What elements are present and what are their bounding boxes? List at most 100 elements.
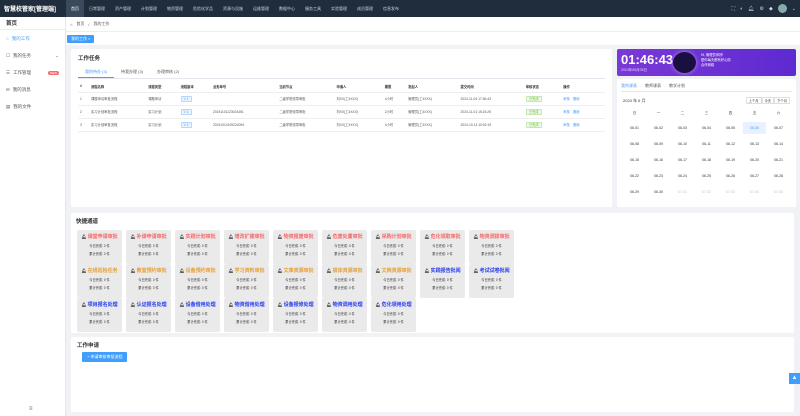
- nav-item[interactable]: 危险化学品: [188, 0, 218, 17]
- calendar-day[interactable]: 06-25: [695, 170, 718, 182]
- calendar-day[interactable]: 06-30: [647, 186, 670, 198]
- quick-card[interactable]: 🔔︎ 危化领取审批 今日完成: 0 件累计完成: 0 件: [420, 230, 465, 264]
- nav-item[interactable]: 日常管理: [84, 0, 110, 17]
- calendar-day[interactable]: 06-21: [767, 154, 790, 166]
- quick-card[interactable]: 🔔︎ 危废处置审批 今日完成: 0 件累计完成: 0 件: [322, 230, 367, 264]
- quick-card[interactable]: 🔔︎ 补课申请审批 今日完成: 0 件累计完成: 0 件: [126, 230, 171, 264]
- quick-card[interactable]: 🔔︎ 物资调用处理 今日完成: 0 件累计完成: 0 件: [322, 298, 367, 332]
- quick-card[interactable]: 🔔︎ 采购计划审批 今日完成: 0 件累计完成: 0 件: [371, 230, 416, 264]
- bell-icon[interactable]: 🔔︎: [748, 6, 754, 12]
- nav-item[interactable]: 实验管理: [326, 0, 352, 17]
- settings-icon[interactable]: ⚙: [759, 6, 763, 12]
- calendar-day[interactable]: 06-05: [719, 122, 742, 134]
- nav-item[interactable]: 运维管理: [248, 0, 274, 17]
- calendar-day[interactable]: 06-28: [767, 170, 790, 182]
- tab-my-work[interactable]: 我的工作 ×: [67, 34, 95, 43]
- calendar-day[interactable]: 07-01: [671, 186, 694, 198]
- prev-month-button[interactable]: 上个月: [745, 97, 762, 104]
- calendar-day[interactable]: 06-10: [671, 138, 694, 150]
- calendar-day[interactable]: 06-07: [767, 122, 790, 134]
- quick-card[interactable]: 🔔︎ 设备报修处理 今日完成: 0 件累计完成: 0 件: [273, 298, 318, 332]
- quick-card[interactable]: 🔔︎ 实践计划审批 今日完成: 0 件累计完成: 0 件: [175, 230, 220, 264]
- tab-my-schedule[interactable]: 我的课表: [621, 83, 637, 91]
- review-link[interactable]: 审核: [563, 97, 570, 101]
- review-link[interactable]: 审核: [563, 110, 570, 114]
- collapse-icon[interactable]: ≡: [29, 406, 33, 412]
- sidebar-item-my-messages[interactable]: ✉ 我的消息: [0, 81, 65, 98]
- tab-my-todo[interactable]: 我的待办 (3): [78, 69, 114, 78]
- avatar[interactable]: [777, 4, 787, 13]
- user-menu-icon[interactable]: ⌄: [792, 6, 796, 12]
- calendar-day[interactable]: 06-24: [671, 170, 694, 182]
- sidebar-item-my-work[interactable]: ⌂ 我的工作: [0, 30, 65, 47]
- nav-item[interactable]: 首页: [66, 0, 84, 17]
- sidebar-item-my-tasks[interactable]: ☐ 我的任务 ⌄: [0, 47, 65, 64]
- calendar-day[interactable]: 06-13: [743, 138, 766, 150]
- quick-card[interactable]: 🔔︎ 项目报名处理 今日完成: 0 件累计完成: 0 件: [77, 298, 122, 332]
- calendar-day[interactable]: 06-16: [647, 154, 670, 166]
- calendar-day[interactable]: 06-03: [671, 122, 694, 134]
- tab-teaching-plan[interactable]: 教学计划: [669, 83, 685, 91]
- sidebar-item-work-manage[interactable]: ☰ 工作管理 NEW: [0, 64, 65, 81]
- revoke-link[interactable]: 撤销: [573, 110, 580, 114]
- nav-item[interactable]: 物资管理: [162, 0, 188, 17]
- quick-card[interactable]: 🔔︎ 认证报名处理 今日完成: 0 件累计完成: 0 件: [126, 298, 171, 332]
- quick-card[interactable]: 🔔︎ 课堂申请审批 今日完成: 0 件累计完成: 0 件: [77, 230, 122, 264]
- apply-button[interactable]: + 申请审核审批流程: [82, 352, 128, 362]
- calendar-day[interactable]: 07-03: [719, 186, 742, 198]
- calendar-day[interactable]: 06-19: [719, 154, 742, 166]
- quick-card[interactable]: 🔔︎ 考试试卷批阅 今日完成: 0 件累计完成: 0 件: [469, 264, 514, 298]
- nav-item[interactable]: 信息发布: [378, 0, 404, 17]
- calendar-day[interactable]: 06-27: [743, 170, 766, 182]
- fullscreen-icon[interactable]: ⛶: [732, 6, 736, 12]
- quick-card[interactable]: 🔔︎ 危化领用处理 今日完成: 0 件累计完成: 0 件: [371, 298, 416, 332]
- theme-icon[interactable]: ◐: [740, 6, 743, 12]
- revoke-link[interactable]: 撤销: [573, 123, 580, 127]
- calendar-day[interactable]: 07-04: [743, 186, 766, 198]
- calendar-day[interactable]: 06-15: [623, 154, 646, 166]
- calendar-day[interactable]: 06-22: [623, 170, 646, 182]
- calendar-day[interactable]: 06-06: [743, 122, 766, 134]
- quick-card[interactable]: 🔔︎ 学习资料审批 今日完成: 0 件累计完成: 0 件: [224, 264, 269, 298]
- calendar-day[interactable]: 06-18: [695, 154, 718, 166]
- calendar-day[interactable]: 06-20: [743, 154, 766, 166]
- tab-reviewed[interactable]: 办理审核 (2): [150, 69, 186, 78]
- nav-item[interactable]: 服务工具: [300, 0, 326, 17]
- sidebar-item-my-files[interactable]: ▤ 我的文件: [0, 98, 65, 115]
- quick-card[interactable]: 🔔︎ 物资报废审批 今日完成: 0 件累计完成: 0 件: [273, 230, 318, 264]
- quick-card[interactable]: 🔔︎ 教室预约审批 今日完成: 0 件累计完成: 0 件: [126, 264, 171, 298]
- today-button[interactable]: 今天: [761, 97, 775, 104]
- calendar-day[interactable]: 06-02: [647, 122, 670, 134]
- calendar-day[interactable]: 06-29: [623, 186, 646, 198]
- calendar-day[interactable]: 06-04: [695, 122, 718, 134]
- lock-icon[interactable]: ◆: [769, 6, 773, 12]
- quick-card[interactable]: 🔔︎ 文档资源审批 今日完成: 0 件累计完成: 0 件: [371, 264, 416, 298]
- next-month-button[interactable]: 下个月: [774, 97, 790, 104]
- calendar-day[interactable]: 06-12: [719, 138, 742, 150]
- calendar-day[interactable]: 06-09: [647, 138, 670, 150]
- quick-card[interactable]: 🔔︎ 实践报告批阅 今日完成: 0 件累计完成: 0 件: [420, 264, 465, 298]
- calendar-day[interactable]: 07-02: [695, 186, 718, 198]
- help-float-icon[interactable]: ▲: [789, 373, 800, 384]
- tab-pending[interactable]: 待我办理 (3): [114, 69, 150, 78]
- calendar-day[interactable]: 06-01: [623, 122, 646, 134]
- quick-card[interactable]: 🔔︎ 物资借用处理 今日完成: 0 件累计完成: 0 件: [224, 298, 269, 332]
- quick-card[interactable]: 🔔︎ 在线巡检任务 今日完成: 0 件累计完成: 0 件: [77, 264, 122, 298]
- nav-item[interactable]: 成员管理: [352, 0, 378, 17]
- calendar-day[interactable]: 06-11: [695, 138, 718, 150]
- calendar-day[interactable]: 06-26: [719, 170, 742, 182]
- calendar-day[interactable]: 06-23: [647, 170, 670, 182]
- review-link[interactable]: 审核: [563, 123, 570, 127]
- quick-card[interactable]: 🔔︎ 物资调拨审批 今日完成: 0 件累计完成: 0 件: [469, 230, 514, 264]
- nav-item[interactable]: 资源与设施: [218, 0, 248, 17]
- tab-teacher-schedule[interactable]: 教师课表: [645, 83, 661, 91]
- quick-card[interactable]: 🔔︎ 媒体资源审批 今日完成: 0 件累计完成: 0 件: [322, 264, 367, 298]
- calendar-day[interactable]: 06-17: [671, 154, 694, 166]
- nav-item[interactable]: 计划管理: [136, 0, 162, 17]
- revoke-link[interactable]: 撤销: [573, 97, 580, 101]
- quick-card[interactable]: 🔔︎ 文章资源审批 今日完成: 0 件累计完成: 0 件: [273, 264, 318, 298]
- quick-card[interactable]: 🔔︎ 设备预约审批 今日完成: 0 件累计完成: 0 件: [175, 264, 220, 298]
- quick-card[interactable]: 🔔︎ 增改扩建审批 今日完成: 0 件累计完成: 0 件: [224, 230, 269, 264]
- nav-item[interactable]: 数据中心: [274, 0, 300, 17]
- calendar-day[interactable]: 06-08: [623, 138, 646, 150]
